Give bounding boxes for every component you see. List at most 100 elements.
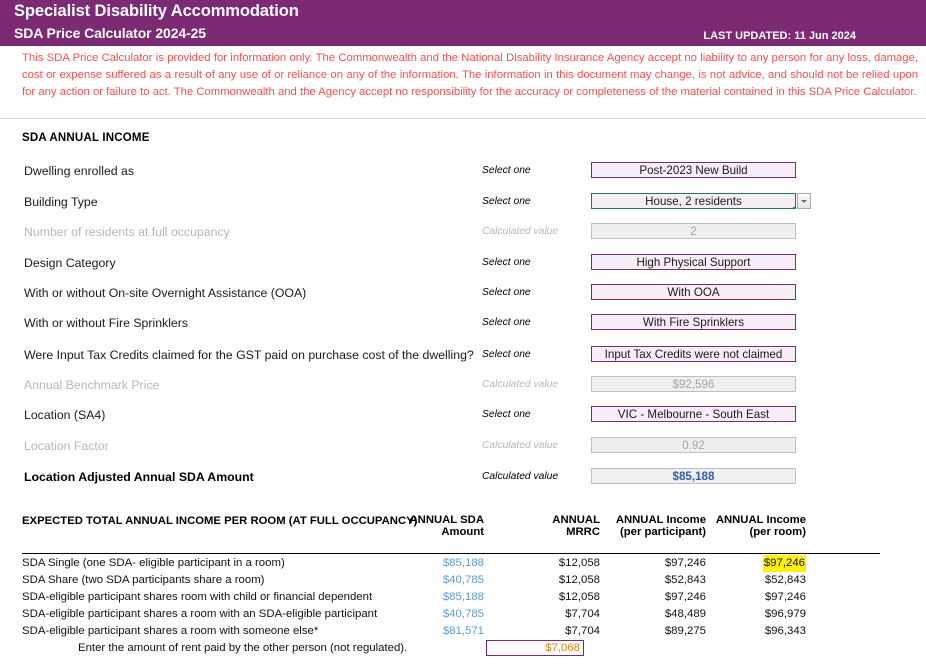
column-header-line2: Amount <box>410 526 484 538</box>
form-row-5: With or without Fire Sprinklers Select on… <box>0 314 926 332</box>
cell-annual-mrrc: $12,058 <box>559 589 600 606</box>
form-row-hint: Calculated value <box>482 376 558 394</box>
last-updated-label: LAST UPDATED: 11 Jun 2024 <box>703 30 856 42</box>
form-calculated-value: $92,596 <box>591 376 796 392</box>
form-select-value[interactable]: High Physical Support <box>591 254 796 270</box>
form-select-value[interactable]: VIC - Melbourne - South East <box>591 406 796 422</box>
form-row-label: Number of residents at full occupancy <box>24 223 230 241</box>
table-row-label: SDA Share (two SDA participants share a … <box>22 572 264 589</box>
cell-annual-sda-amount: $85,188 <box>443 555 484 572</box>
cell-income-per-participant: $89,275 <box>665 623 706 640</box>
form-row-label: With or without On-site Overnight Assist… <box>24 284 306 302</box>
form-select-value[interactable]: House, 2 residents <box>591 193 796 209</box>
cell-annual-sda-amount: $85,188 <box>443 589 484 606</box>
form-row-9: Location Factor Calculated value 0.92 <box>0 437 926 455</box>
rent-amount-input[interactable]: $7,068 <box>486 640 584 656</box>
cell-income-per-participant: $48,489 <box>665 606 706 623</box>
form-select-value[interactable]: With OOA <box>591 284 796 300</box>
cell-income-per-room: $96,979 <box>765 606 806 623</box>
column-header-line1: ANNUAL SDA <box>410 514 484 526</box>
form-row-8: Location (SA4) Select one VIC - Melbourne … <box>0 406 926 424</box>
column-header-line1: ANNUAL Income <box>716 514 806 526</box>
cell-annual-mrrc: $7,704 <box>565 623 600 640</box>
table-row: SDA Single (one SDA- eligible participan… <box>0 555 926 572</box>
disclaimer-text: This SDA Price Calculator is provided fo… <box>22 50 918 102</box>
rent-input-label: Enter the amount of rent paid by the oth… <box>78 640 407 657</box>
cell-annual-sda-amount: $81,571 <box>443 623 484 640</box>
table-row-label: SDA Single (one SDA- eligible participan… <box>22 555 285 572</box>
cell-income-per-room: $97,246 <box>765 589 806 606</box>
form-calculated-value: $85,188 <box>591 468 796 484</box>
page-title: Specialist Disability Accommodation <box>14 2 299 21</box>
cell-income-per-room: $97,246 <box>763 555 806 572</box>
column-header-line2: MRRC <box>552 526 600 538</box>
form-row-hint: Calculated value <box>482 437 558 455</box>
cell-annual-sda-amount: $40,785 <box>443 572 484 589</box>
form-row-hint: Calculated value <box>482 223 558 241</box>
page-subtitle: SDA Price Calculator 2024-25 <box>14 25 206 41</box>
form-select-value[interactable]: Input Tax Credits were not claimed <box>591 346 796 362</box>
cell-income-per-participant: $97,246 <box>665 589 706 606</box>
form-row-hint: Select one <box>482 284 531 302</box>
cell-income-per-room: $52,843 <box>765 572 806 589</box>
table-row-label: SDA-eligible participant shares a room w… <box>22 606 377 623</box>
form-row-label: Location Adjusted Annual SDA Amount <box>24 468 254 486</box>
column-header-line2: (per room) <box>716 526 806 538</box>
form-row-label: Were Input Tax Credits claimed for the G… <box>24 346 474 364</box>
table-row-label: SDA-eligible participant shares a room w… <box>22 623 318 640</box>
table-title: EXPECTED TOTAL ANNUAL INCOME PER ROOM (A… <box>22 515 417 527</box>
form-row-0: Dwelling enrolled as Select one Post-2023 … <box>0 162 926 180</box>
table-row: SDA Share (two SDA participants share a … <box>0 572 926 589</box>
cell-fill-handle[interactable] <box>793 207 797 210</box>
column-header-2: ANNUAL Income(per participant) <box>616 514 706 538</box>
form-row-label: With or without Fire Sprinklers <box>24 314 188 332</box>
form-row-label: Location Factor <box>24 437 109 455</box>
chevron-down-icon[interactable] <box>797 193 811 209</box>
form-row-4: With or without On-site Overnight Assist… <box>0 284 926 302</box>
form-row-6: Were Input Tax Credits claimed for the G… <box>0 346 926 364</box>
caret-glyph <box>801 200 807 203</box>
form-row-hint: Select one <box>482 162 531 180</box>
table-row: SDA-eligible participant shares a room w… <box>0 606 926 623</box>
cell-income-per-room: $96,343 <box>765 623 806 640</box>
form-row-10: Location Adjusted Annual SDA Amount Calcu… <box>0 468 926 486</box>
cell-annual-sda-amount: $40,785 <box>443 606 484 623</box>
form-row-7: Annual Benchmark Price Calculated value $9… <box>0 376 926 394</box>
form-row-2: Number of residents at full occupancy Cal… <box>0 223 926 241</box>
column-header-line1: ANNUAL <box>552 514 600 526</box>
form-select-value[interactable]: Post-2023 New Build <box>591 162 796 178</box>
form-row-hint: Select one <box>482 406 531 424</box>
form-row-hint: Select one <box>482 314 531 332</box>
disclaimer-divider <box>0 118 926 119</box>
form-row-3: Design Category Select one High Physical S… <box>0 254 926 272</box>
column-header-line1: ANNUAL Income <box>616 514 706 526</box>
cell-annual-mrrc: $7,704 <box>565 606 600 623</box>
form-select-value[interactable]: With Fire Sprinklers <box>591 314 796 330</box>
form-row-1: Building Type Select one House, 2 resident… <box>0 193 926 211</box>
form-row-label: Building Type <box>24 193 98 211</box>
form-row-hint: Calculated value <box>482 468 558 486</box>
form-calculated-value: 2 <box>591 223 796 239</box>
form-row-label: Design Category <box>24 254 116 272</box>
form-row-label: Dwelling enrolled as <box>24 162 134 180</box>
form-row-hint: Select one <box>482 254 531 272</box>
column-header-0: ANNUAL SDAAmount <box>410 514 484 538</box>
cell-annual-mrrc: $12,058 <box>559 572 600 589</box>
rent-input-row: Enter the amount of rent paid by the oth… <box>0 640 926 657</box>
section-title-sda-annual-income: SDA ANNUAL INCOME <box>22 132 150 144</box>
table-row: SDA-eligible participant shares a room w… <box>0 623 926 640</box>
table-row-label: SDA-eligible participant shares room wit… <box>22 589 372 606</box>
column-header-line2: (per participant) <box>616 526 706 538</box>
cell-income-per-participant: $97,246 <box>665 555 706 572</box>
app-banner: Specialist Disability Accommodation SDA … <box>0 0 926 46</box>
cell-annual-mrrc: $12,058 <box>559 555 600 572</box>
column-header-3: ANNUAL Income(per room) <box>716 514 806 538</box>
form-calculated-value: 0.92 <box>591 437 796 453</box>
cell-income-per-participant: $52,843 <box>665 572 706 589</box>
form-row-hint: Select one <box>482 346 531 364</box>
form-row-hint: Select one <box>482 193 531 211</box>
form-row-label: Annual Benchmark Price <box>24 376 159 394</box>
form-row-label: Location (SA4) <box>24 406 105 424</box>
column-header-1: ANNUALMRRC <box>552 514 600 538</box>
sda-price-calculator-page: Specialist Disability Accommodation SDA … <box>0 0 926 666</box>
